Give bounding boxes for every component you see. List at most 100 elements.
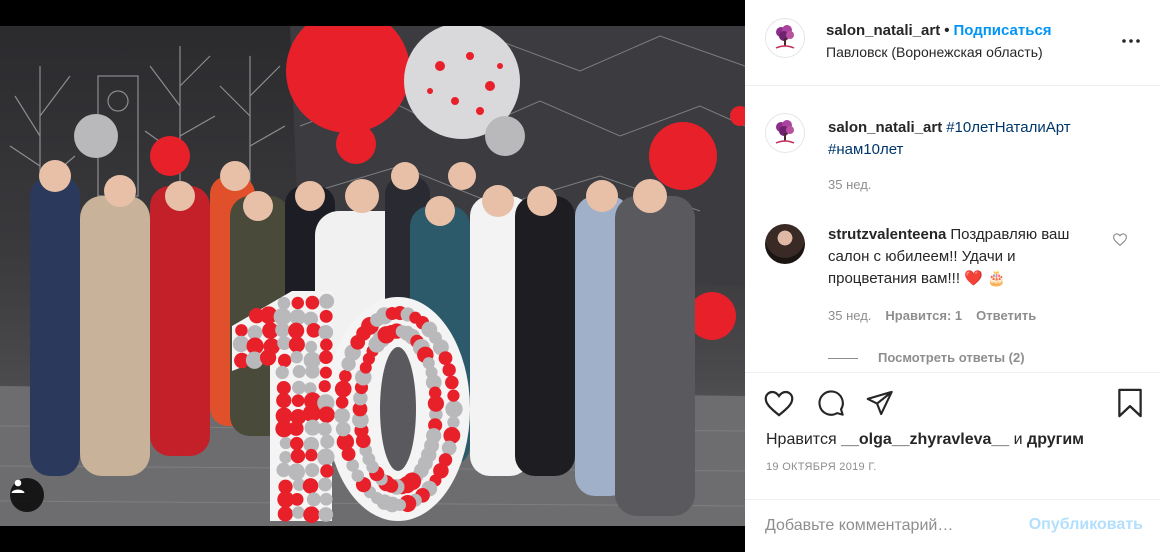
likes-others-link[interactable]: другим [1027, 431, 1084, 448]
comment-like-button[interactable] [1112, 233, 1128, 251]
decor-balloon [290, 350, 303, 364]
salon-logo-icon [775, 120, 795, 144]
decor-balloon [292, 365, 306, 379]
decor-balloon [259, 349, 277, 366]
salon-logo-icon [775, 25, 795, 49]
decor-balloon [427, 395, 445, 412]
photo-illustration [0, 26, 745, 526]
decor-balloon [447, 389, 460, 402]
comment-likes[interactable]: Нравится: 1 [885, 308, 962, 323]
decor-balloon [290, 492, 304, 506]
like-button[interactable] [763, 387, 795, 419]
reply-button[interactable]: Ответить [976, 308, 1036, 323]
comment-username[interactable]: strutzvalenteena [828, 226, 946, 243]
decor-balloon [447, 416, 460, 429]
comment-meta: 35 нед. Нравится: 1 Ответить [828, 308, 1036, 323]
decor-balloon [305, 364, 320, 379]
instagram-post-modal: salon_natali_art • Подписаться Павловск (В… [0, 0, 1160, 552]
decor-balloon [288, 322, 305, 339]
commenter-avatar[interactable] [765, 224, 805, 264]
decor-balloon [317, 422, 332, 437]
salon-avatar[interactable] [765, 18, 805, 58]
user-tag-button[interactable] [10, 478, 44, 512]
decor-balloon [445, 375, 459, 390]
decor-balloon [292, 506, 305, 519]
decor-balloon [305, 295, 320, 310]
decor-balloon [290, 448, 306, 464]
decor-balloon [291, 394, 305, 408]
bookmark-icon [1118, 388, 1142, 418]
comment-time[interactable]: 35 нед. [828, 308, 871, 323]
caption-time[interactable]: 35 нед. [828, 177, 871, 192]
decor-balloon [319, 350, 333, 365]
decor-balloon [235, 324, 248, 337]
decor-balloon [319, 309, 333, 323]
likes-suffix-prefix: и [1013, 431, 1023, 448]
decor-balloon [290, 436, 304, 451]
likes-summary: Нравится __olga__zhyravleva__ и другим [766, 431, 1084, 449]
decor-balloon [288, 336, 305, 353]
decor-balloon [276, 380, 291, 395]
caption-username[interactable]: salon_natali_art [828, 119, 942, 136]
decor-balloon [320, 464, 334, 478]
likes-prefix: Нравится [766, 431, 837, 448]
decor-balloon [320, 338, 333, 352]
more-options-button[interactable] [1120, 30, 1142, 52]
decor-balloon [302, 404, 321, 423]
decor-balloon [277, 506, 293, 522]
decor-balloon [305, 463, 320, 478]
header-username[interactable]: salon_natali_art [826, 22, 940, 39]
decor-balloon [291, 296, 305, 310]
user-tag-icon [11, 479, 25, 493]
share-button[interactable] [864, 387, 896, 419]
heart-outline-icon [1112, 233, 1128, 247]
decor-balloon [319, 492, 333, 506]
follow-button[interactable]: Подписаться [953, 22, 1051, 39]
decor-balloon [275, 322, 290, 338]
decor-balloon [334, 407, 350, 424]
decor-balloon [318, 325, 334, 340]
post-photo[interactable] [0, 26, 745, 526]
separator-dot: • [944, 22, 950, 39]
post-date[interactable]: 19 ОКТЯБРЯ 2019 Г. [766, 461, 877, 473]
hashtag-link[interactable]: #10летНаталиАрт [946, 119, 1070, 136]
post-side-panel: salon_natali_art • Подписаться Павловск (В… [745, 0, 1160, 552]
replies-divider [828, 358, 858, 360]
decor-balloon [442, 363, 456, 377]
add-comment-bar: Опубликовать [745, 499, 1160, 552]
decor-balloon [305, 340, 318, 353]
decor-balloon [318, 406, 335, 423]
view-replies-button[interactable]: Посмотреть ответы (2) [828, 350, 1025, 365]
heart-icon [764, 390, 794, 417]
decor-balloon [438, 351, 453, 366]
comment-button[interactable] [815, 387, 847, 419]
decor-balloon [318, 507, 334, 522]
decor-balloon [292, 380, 306, 395]
save-button[interactable] [1114, 387, 1146, 419]
decor-balloon [288, 421, 304, 436]
comments-section: salon_natali_art #10летНаталиАрт #нам10ле… [745, 87, 1160, 372]
decor-balloon [303, 506, 320, 523]
decor-balloon [441, 440, 457, 456]
decor-balloon [305, 448, 318, 462]
comment-input[interactable] [765, 514, 1015, 538]
decor-balloon [445, 400, 463, 418]
decor-balloon [275, 365, 289, 380]
decor-balloon [335, 395, 349, 409]
comment-icon [818, 390, 844, 416]
decor-balloon [302, 478, 319, 494]
decor-balloon [317, 448, 335, 466]
caption-text: salon_natali_art #10летНаталиАрт #нам10ле… [828, 117, 1128, 161]
hashtag-link[interactable]: #нам10лет [828, 141, 903, 158]
share-icon [866, 390, 893, 416]
likes-user-link[interactable]: __olga__zhyravleva__ [841, 431, 1009, 448]
more-horizontal-icon [1122, 39, 1140, 43]
decor-balloon [318, 380, 331, 393]
decor-balloon [277, 353, 292, 368]
comment-text: strutzvalenteena Поздравляю ваш салон с ю… [828, 224, 1103, 290]
publish-button[interactable]: Опубликовать [1029, 516, 1143, 534]
location-link[interactable]: Павловск (Воронежская область) [826, 44, 1043, 60]
decor-balloon [318, 477, 333, 492]
decor-balloon [334, 380, 352, 398]
caption-avatar[interactable] [765, 113, 805, 153]
